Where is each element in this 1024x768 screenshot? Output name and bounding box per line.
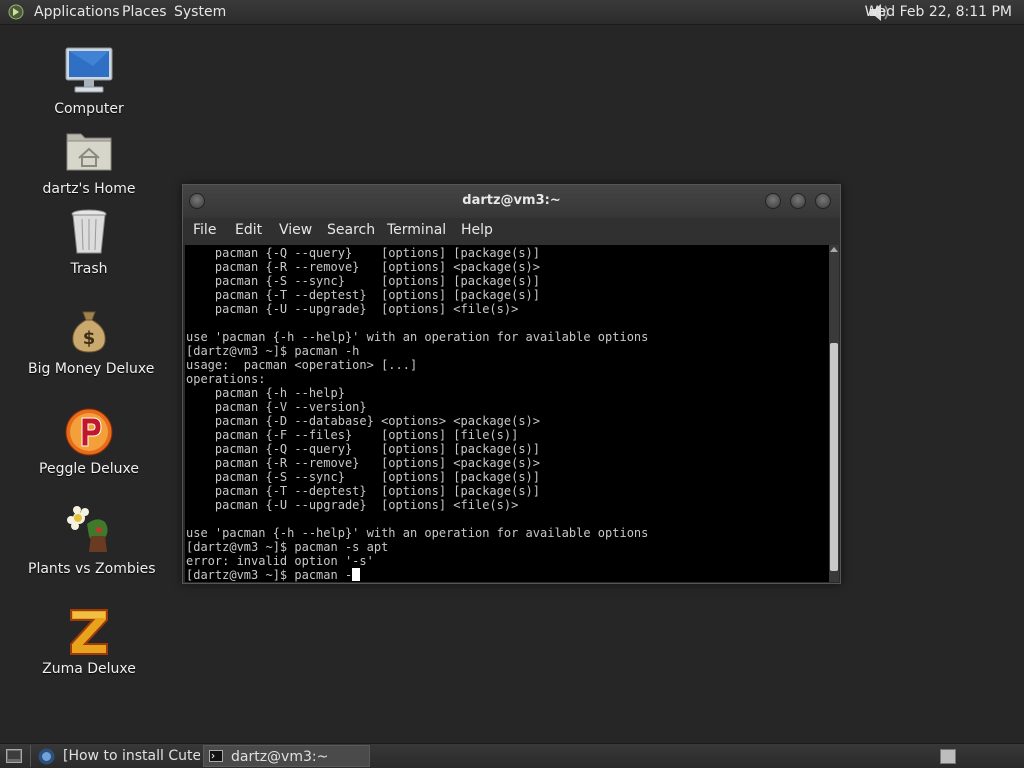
desktop-icon-home[interactable]: dartz's Home (28, 126, 150, 197)
desktop-icon-big-money-deluxe[interactable]: $ Big Money Deluxe (28, 306, 155, 377)
desktop-icon-computer[interactable]: Computer (28, 46, 150, 117)
terminal-line: pacman {-S --sync} [options] [package(s)… (186, 274, 541, 288)
terminal-line: [dartz@vm3 ~]$ pacman -h (186, 344, 360, 358)
desktop-icon-label: Plants vs Zombies (28, 561, 156, 577)
title-bar[interactable]: dartz@vm3:~ (183, 185, 840, 218)
terminal-line: usage: pacman <operation> [...] (186, 358, 418, 372)
terminal-line: pacman {-R --remove} [options] <package(… (186, 456, 541, 470)
taskbar-item-label: dartz@vm3:~ (231, 749, 329, 765)
scroll-up-arrow-icon[interactable] (830, 247, 838, 252)
terminal-line: [dartz@vm3 ~]$ pacman -s apt (186, 540, 389, 554)
workspace-switcher[interactable] (940, 749, 956, 764)
menu-terminal[interactable]: Terminal (387, 222, 446, 238)
browser-icon (38, 748, 55, 765)
desktop-icon-label: dartz's Home (42, 181, 136, 197)
scrollbar-thumb[interactable] (830, 343, 838, 571)
panel-separator (30, 745, 31, 767)
menu-file[interactable]: File (193, 222, 216, 238)
desktop-icon-label: Computer (54, 101, 124, 117)
desktop-icon-zuma-deluxe[interactable]: Zuma Deluxe (28, 606, 150, 677)
terminal-line: pacman {-U --upgrade} [options] <file(s)… (186, 302, 519, 316)
terminal-line: use 'pacman {-h --help}' with an operati… (186, 330, 649, 344)
scrollbar[interactable] (829, 245, 839, 582)
show-desktop-icon[interactable] (6, 749, 22, 763)
desktop-icon-label: Big Money Deluxe (28, 361, 155, 377)
terminal-line: pacman {-Q --query} [options] [package(s… (186, 442, 541, 456)
terminal-text: pacman {-Q --query} [options] [package(s… (185, 246, 829, 582)
terminal-line: pacman {-F --files} [options] [file(s)] (186, 428, 519, 442)
applications-logo-icon[interactable] (8, 4, 24, 20)
terminal-line: pacman {-T --deptest} [options] [package… (186, 484, 541, 498)
maximize-button[interactable] (790, 193, 806, 209)
top-panel: Applications Places System Wed Feb 22, 8… (0, 0, 1024, 25)
menu-places[interactable]: Places (122, 0, 167, 25)
terminal-prompt-line: [dartz@vm3 ~]$ pacman - (186, 568, 353, 582)
plants-vs-zombies-icon (63, 506, 115, 558)
menu-search[interactable]: Search (327, 222, 375, 238)
terminal-line: pacman {-T --deptest} [options] [package… (186, 288, 541, 302)
bottom-panel: [How to install Cute... dartz@vm3:~ (0, 743, 1024, 768)
taskbar-item-terminal[interactable]: dartz@vm3:~ (203, 745, 370, 767)
terminal-line: pacman {-R --remove} [options] <package(… (186, 260, 541, 274)
menu-applications[interactable]: Applications (34, 0, 120, 25)
menu-help[interactable]: Help (461, 222, 493, 238)
terminal-line: pacman {-Q --query} [options] [package(s… (186, 246, 541, 260)
menu-system[interactable]: System (174, 0, 226, 25)
desktop-icon-plants-vs-zombies[interactable]: Plants vs Zombies (28, 506, 156, 577)
desktop-icon-label: Trash (70, 261, 108, 277)
window-title: dartz@vm3:~ (462, 193, 561, 208)
zuma-icon (63, 606, 115, 658)
menu-view[interactable]: View (279, 222, 312, 238)
terminal-line: pacman {-D --database} <options> <packag… (186, 414, 541, 428)
close-button[interactable] (815, 193, 831, 209)
terminal-icon (209, 750, 223, 762)
money-bag-icon: $ (63, 306, 115, 358)
minimize-button[interactable] (765, 193, 781, 209)
trash-icon (63, 206, 115, 258)
desktop-icon-label: Zuma Deluxe (42, 661, 136, 677)
terminal-line: use 'pacman {-h --help}' with an operati… (186, 526, 649, 540)
terminal-line: pacman {-U --upgrade} [options] <file(s)… (186, 498, 519, 512)
peggle-icon (63, 406, 115, 458)
terminal-window[interactable]: dartz@vm3:~ File Edit View Search Termin… (182, 184, 841, 584)
terminal-line: pacman {-V --version} (186, 400, 367, 414)
terminal-output[interactable]: pacman {-Q --query} [options] [package(s… (185, 245, 829, 582)
clock[interactable]: Wed Feb 22, 8:11 PM (865, 0, 1012, 25)
desktop-icon-trash[interactable]: Trash (28, 206, 150, 277)
desktop-icon-label: Peggle Deluxe (39, 461, 139, 477)
terminal-line: error: invalid option '-s' (186, 554, 374, 568)
home-folder-icon (63, 126, 115, 178)
terminal-line: pacman {-h --help} (186, 386, 345, 400)
taskbar-item-browser[interactable]: [How to install Cute... (34, 745, 200, 767)
taskbar-item-label: [How to install Cute... (63, 748, 200, 764)
terminal-menubar: File Edit View Search Terminal Help (183, 218, 840, 245)
computer-icon (63, 46, 115, 98)
desktop-icon-peggle-deluxe[interactable]: Peggle Deluxe (28, 406, 150, 477)
terminal-line: pacman {-S --sync} [options] [package(s)… (186, 470, 541, 484)
svg-text:$: $ (83, 328, 96, 349)
terminal-cursor (352, 568, 361, 581)
menu-edit[interactable]: Edit (235, 222, 262, 238)
terminal-line: operations: (186, 372, 266, 386)
